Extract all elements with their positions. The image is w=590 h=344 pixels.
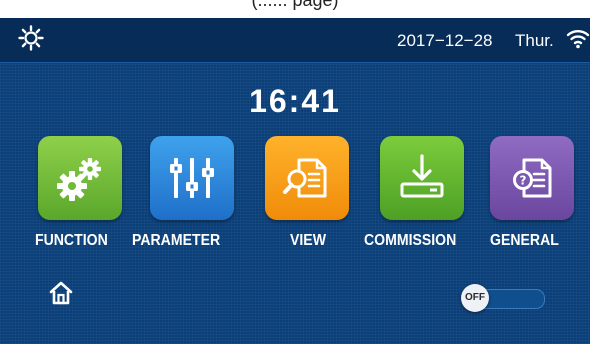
clock-display: 16:41 xyxy=(249,83,341,119)
controller-screen: 2017−12−28 Thur. 16:41 FUNCTION PARAMETE… xyxy=(0,18,590,344)
document-help-icon: ? xyxy=(513,158,552,198)
function-label: FUNCTION xyxy=(35,232,108,249)
general-tile[interactable]: ? xyxy=(490,136,574,220)
parameter-button[interactable] xyxy=(150,136,236,220)
date-text: 2017−12−28 xyxy=(397,31,493,50)
general-label: GENERAL xyxy=(490,232,559,249)
view-button[interactable] xyxy=(265,136,351,220)
commission-button[interactable] xyxy=(380,136,466,220)
document-search-icon xyxy=(283,158,327,198)
parameter-label: PARAMETER xyxy=(132,232,221,249)
general-button[interactable]: ? xyxy=(490,136,576,220)
commission-label: COMMISSION xyxy=(364,232,457,249)
wifi-icon xyxy=(566,30,590,49)
toggle-knob[interactable]: OFF xyxy=(461,284,489,312)
home-icon[interactable] xyxy=(48,280,74,306)
function-button[interactable] xyxy=(38,136,124,220)
gears-icon xyxy=(57,158,101,201)
status-bar: 2017−12−28 Thur. xyxy=(0,18,590,63)
sun-icon[interactable] xyxy=(18,25,44,51)
svg-text:?: ? xyxy=(520,174,527,188)
toggle-state-label: OFF xyxy=(465,292,485,303)
view-tile[interactable] xyxy=(265,136,349,220)
function-tile[interactable] xyxy=(38,136,122,220)
commission-tile[interactable] xyxy=(380,136,464,220)
parameter-tile[interactable] xyxy=(150,136,234,220)
day-text: Thur. xyxy=(515,31,554,50)
download-tray-icon xyxy=(400,154,444,198)
cropped-caption: (...... page) xyxy=(0,0,590,18)
power-toggle[interactable]: OFF xyxy=(461,284,545,312)
sliders-icon xyxy=(170,158,214,198)
view-label: VIEW xyxy=(290,232,326,249)
caption-text: (...... page) xyxy=(251,0,339,10)
